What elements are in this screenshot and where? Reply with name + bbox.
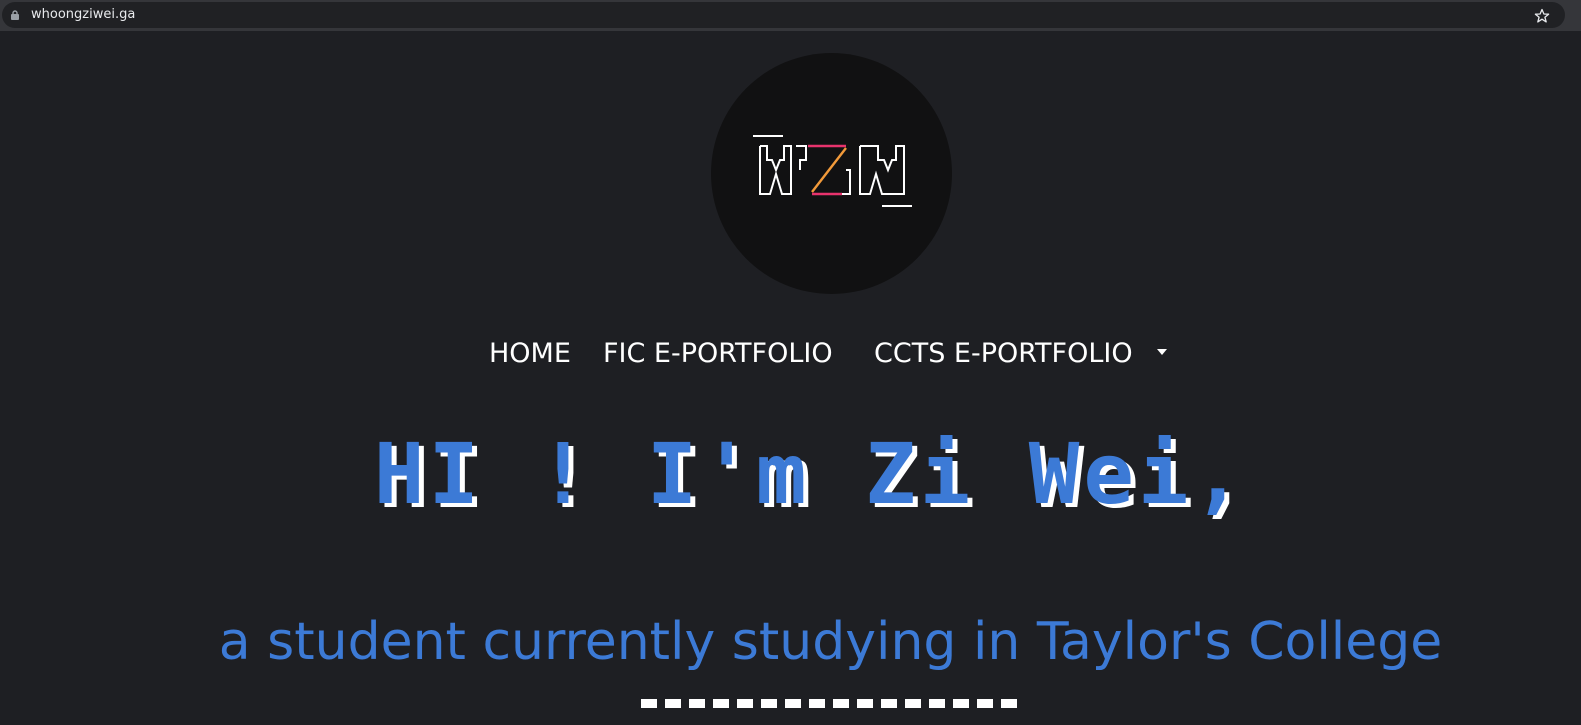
nav-fic-eportfolio-link[interactable]: FIC E-PORTFOLIO xyxy=(603,336,833,372)
typing-cursor-dashes xyxy=(641,699,1017,708)
address-bar[interactable]: whoongziwei.ga xyxy=(2,2,1565,28)
caret-down-icon[interactable] xyxy=(1157,349,1167,355)
nav-home-link[interactable]: HOME xyxy=(489,336,571,372)
hero-subtitle: a student currently studying in Taylor's… xyxy=(218,612,1443,672)
hero-greeting: HI ! I'm Zi Wei, xyxy=(373,425,1248,523)
nav-ccts-eportfolio-dropdown[interactable]: CCTS E-PORTFOLIO xyxy=(874,336,1133,372)
url-text[interactable]: whoongziwei.ga xyxy=(31,7,135,23)
browser-toolbar: whoongziwei.ga xyxy=(0,0,1581,31)
star-icon[interactable] xyxy=(1534,8,1550,24)
main-nav: HOME FIC E-PORTFOLIO CCTS E-PORTFOLIO xyxy=(0,336,1581,372)
wzw-logo-mark[interactable] xyxy=(750,130,916,212)
lock-icon[interactable] xyxy=(10,10,20,20)
